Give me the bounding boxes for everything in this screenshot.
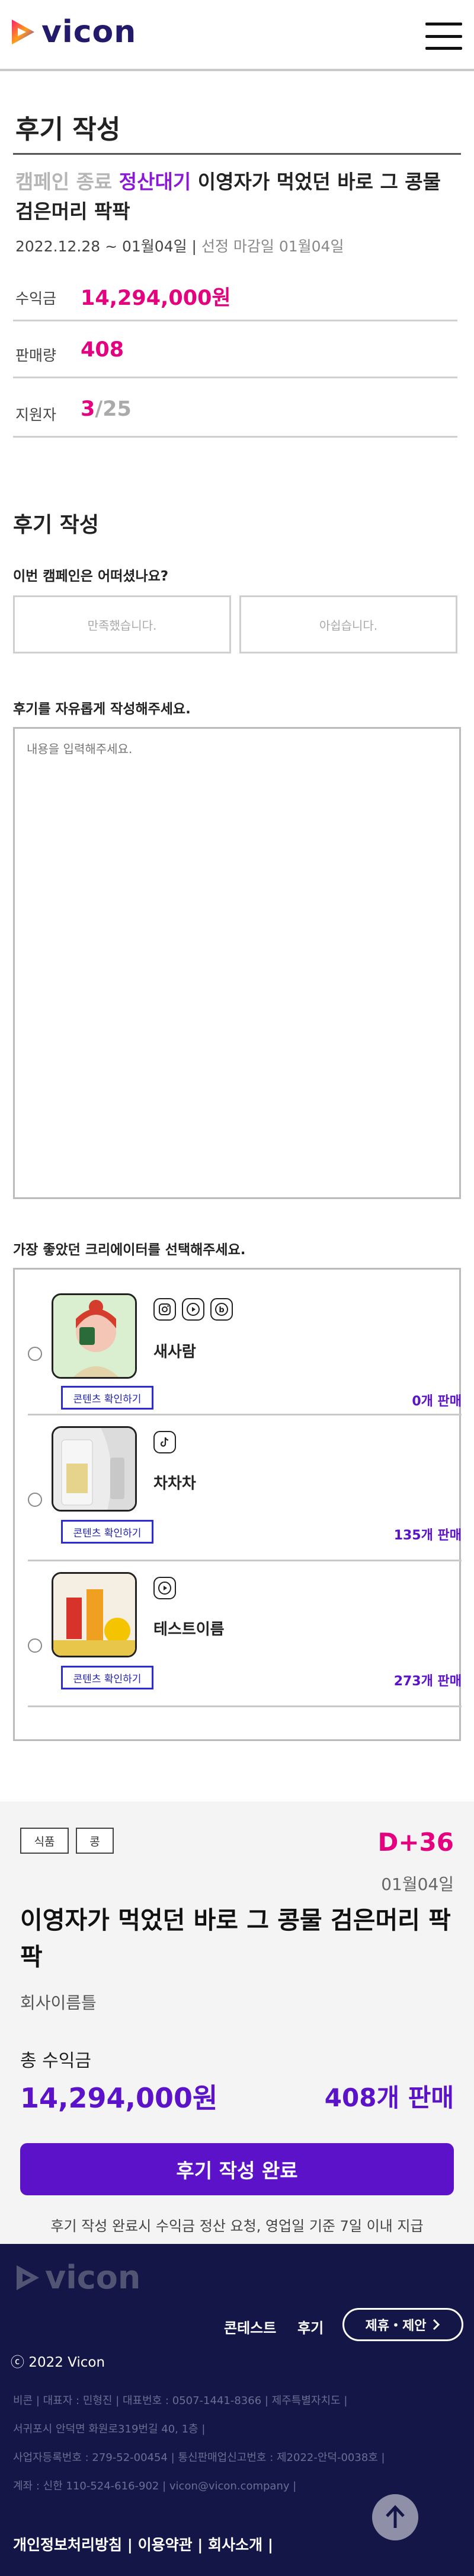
sales-label: 판매량 xyxy=(15,347,57,364)
sales-value: 408 xyxy=(81,338,124,362)
campaign-status-pending: 정산대기 xyxy=(118,170,191,193)
total-sales: 408개 판매 xyxy=(324,2083,454,2112)
keyword-tag: 콩 xyxy=(76,1828,114,1854)
company-intro-link[interactable]: 회사소개 xyxy=(208,2536,262,2553)
choice-unsatisfied-button[interactable]: 아쉽습니다. xyxy=(239,595,457,653)
campaign-summary-card: 식품 콩 D+36 01월04일 이영자가 먹었던 바로 그 콩물 검은머리 팍… xyxy=(0,1802,474,2244)
footer-logo-icon xyxy=(17,2265,39,2290)
content-check-button[interactable]: 콘텐츠 확인하기 xyxy=(61,1666,153,1689)
applicants-count: 3 xyxy=(81,397,95,421)
revenue-value: 14,294,000원 xyxy=(81,286,231,310)
logo-text: vicon xyxy=(41,14,137,50)
applicants-total: /25 xyxy=(95,397,132,421)
creator-sales: 135개 판매 xyxy=(393,1528,462,1543)
footer-logo-text: vicon xyxy=(45,2259,141,2296)
page-title: 후기 작성 xyxy=(15,114,121,145)
revenue-label: 수익금 xyxy=(15,290,57,307)
creator-item: 차차차 콘텐츠 확인하기 135개 판매 xyxy=(28,1415,462,1561)
footer-nav-contest[interactable]: 콘테스트 xyxy=(224,2316,276,2337)
footer-logo[interactable]: vicon xyxy=(15,2262,140,2294)
partnership-button[interactable]: 제휴・제안 xyxy=(342,2308,463,2341)
creator-radio[interactable] xyxy=(28,1638,42,1653)
scroll-top-button[interactable] xyxy=(372,2494,418,2540)
settlement-note: 후기 작성 완료시 수익금 정산 요청, 영업일 기준 7일 이내 지급 xyxy=(50,2218,424,2234)
site-footer: vicon 콘테스트 후기 제휴・제안 ⓒ 2022 Vicon 비콘 | 대표… xyxy=(0,2244,474,2576)
d-day-badge: D+36 xyxy=(377,1828,454,1857)
stat-revenue-row: 수익금 14,294,000원 xyxy=(13,273,457,321)
creator-select-label: 가장 좋았던 크리에이터를 선택해주세요. xyxy=(13,1242,246,1258)
vicon-logo[interactable]: vicon xyxy=(11,17,136,47)
footer-links: 개인정보처리방침 | 이용약관 | 회사소개 | xyxy=(13,2533,273,2555)
arrow-up-icon xyxy=(386,2505,405,2528)
review-textarea[interactable] xyxy=(13,727,461,1199)
applicants-label: 지원자 xyxy=(15,406,57,423)
terms-link[interactable]: 이용약관 xyxy=(138,2536,193,2553)
creator-sns-links xyxy=(153,1431,176,1453)
creator-avatar xyxy=(52,1426,137,1512)
creator-sns-links: b xyxy=(153,1298,233,1321)
campaign-title: 캠페인 종료 정산대기 이영자가 먹었던 바로 그 콩물 검은머리 팍팍 xyxy=(15,167,463,226)
instagram-icon[interactable] xyxy=(153,1298,176,1321)
vicon-logo-icon xyxy=(11,18,36,46)
category-tag: 식품 xyxy=(20,1828,69,1854)
satisfaction-question: 이번 캠페인은 어떠셨나요? xyxy=(13,569,169,584)
link-separator: | xyxy=(192,2536,209,2553)
summary-date: 01월04일 xyxy=(381,1874,454,1894)
youtube-icon[interactable] xyxy=(182,1298,204,1321)
total-revenue-value: 14,294,000원 xyxy=(20,2082,218,2114)
creator-name: 새사람 xyxy=(153,1343,196,1361)
creator-radio[interactable] xyxy=(28,1493,42,1507)
svg-text:b: b xyxy=(219,1306,224,1315)
creator-avatar xyxy=(52,1293,137,1379)
content-check-button[interactable]: 콘텐츠 확인하기 xyxy=(61,1520,153,1544)
creator-sns-links xyxy=(153,1577,176,1599)
campaign-period: 2022.12.28 ~ 01월04일 | 선정 마감일 01월04일 xyxy=(15,235,344,256)
campaign-period-range: 2022.12.28 ~ 01월04일 | xyxy=(15,238,197,255)
youtube-icon[interactable] xyxy=(153,1577,176,1599)
footer-nav-review[interactable]: 후기 xyxy=(297,2316,324,2337)
privacy-policy-link[interactable]: 개인정보처리방침 xyxy=(13,2536,122,2553)
creator-radio[interactable] xyxy=(28,1347,42,1361)
stat-sales-row: 판매량 408 xyxy=(13,330,457,378)
creator-list: b 새사람 콘텐츠 확인하기 0개 판매 차차차 콘텐츠 확인하기 135개 판… xyxy=(13,1268,462,1741)
creator-name: 차차차 xyxy=(153,1475,196,1493)
choice-satisfied-button[interactable]: 만족했습니다. xyxy=(13,595,231,653)
company-name: 회사이름틀 xyxy=(20,1993,97,2013)
creator-sales: 273개 판매 xyxy=(393,1674,462,1689)
applicants-value: 3/25 xyxy=(81,397,132,421)
free-review-label: 후기를 자유롭게 작성해주세요. xyxy=(13,702,191,717)
link-separator: | xyxy=(262,2536,273,2553)
copyright: ⓒ 2022 Vicon xyxy=(11,2355,105,2370)
blog-icon[interactable]: b xyxy=(210,1298,233,1321)
creator-sales: 0개 판매 xyxy=(412,1394,462,1409)
hamburger-menu-icon[interactable] xyxy=(425,23,462,50)
tiktok-icon[interactable] xyxy=(153,1431,176,1453)
review-section-title: 후기 작성 xyxy=(13,513,100,537)
stat-applicants-row: 지원자 3/25 xyxy=(13,389,457,438)
company-info-line: 비콘 | 대표자 : 민형진 | 대표번호 : 0507-1441-8366 |… xyxy=(13,2395,348,2407)
creator-name: 테스트이름 xyxy=(153,1621,225,1638)
total-revenue-label: 총 수익금 xyxy=(20,2051,91,2071)
creator-item: 테스트이름 콘텐츠 확인하기 273개 판매 xyxy=(28,1561,462,1707)
link-separator: | xyxy=(122,2536,138,2553)
summary-title: 이영자가 먹었던 바로 그 콩물 검은머리 팍팍 xyxy=(20,1906,451,1971)
campaign-status-ended: 캠페인 종료 xyxy=(15,170,113,193)
chevron-right-icon xyxy=(433,2319,440,2330)
selection-deadline: 선정 마감일 01월04일 xyxy=(201,238,344,255)
partnership-button-label: 제휴・제안 xyxy=(365,2319,427,2333)
content-check-button[interactable]: 콘텐츠 확인하기 xyxy=(61,1386,153,1410)
site-header: vicon xyxy=(0,0,474,71)
title-divider xyxy=(13,153,461,155)
review-complete-button[interactable]: 후기 작성 완료 xyxy=(20,2143,454,2195)
company-info-line: 사업자등록번호 : 279-52-00454 | 통신판매업신고번호 : 제20… xyxy=(13,2451,385,2464)
creator-avatar xyxy=(52,1572,137,1657)
creator-item: b 새사람 콘텐츠 확인하기 0개 판매 xyxy=(28,1270,462,1415)
company-info-line: 계좌 : 신한 110-524-616-902 | vicon@vicon.co… xyxy=(13,2480,297,2492)
company-info-line: 서귀포시 안덕면 화원로319번길 40, 1층 | xyxy=(13,2423,206,2435)
